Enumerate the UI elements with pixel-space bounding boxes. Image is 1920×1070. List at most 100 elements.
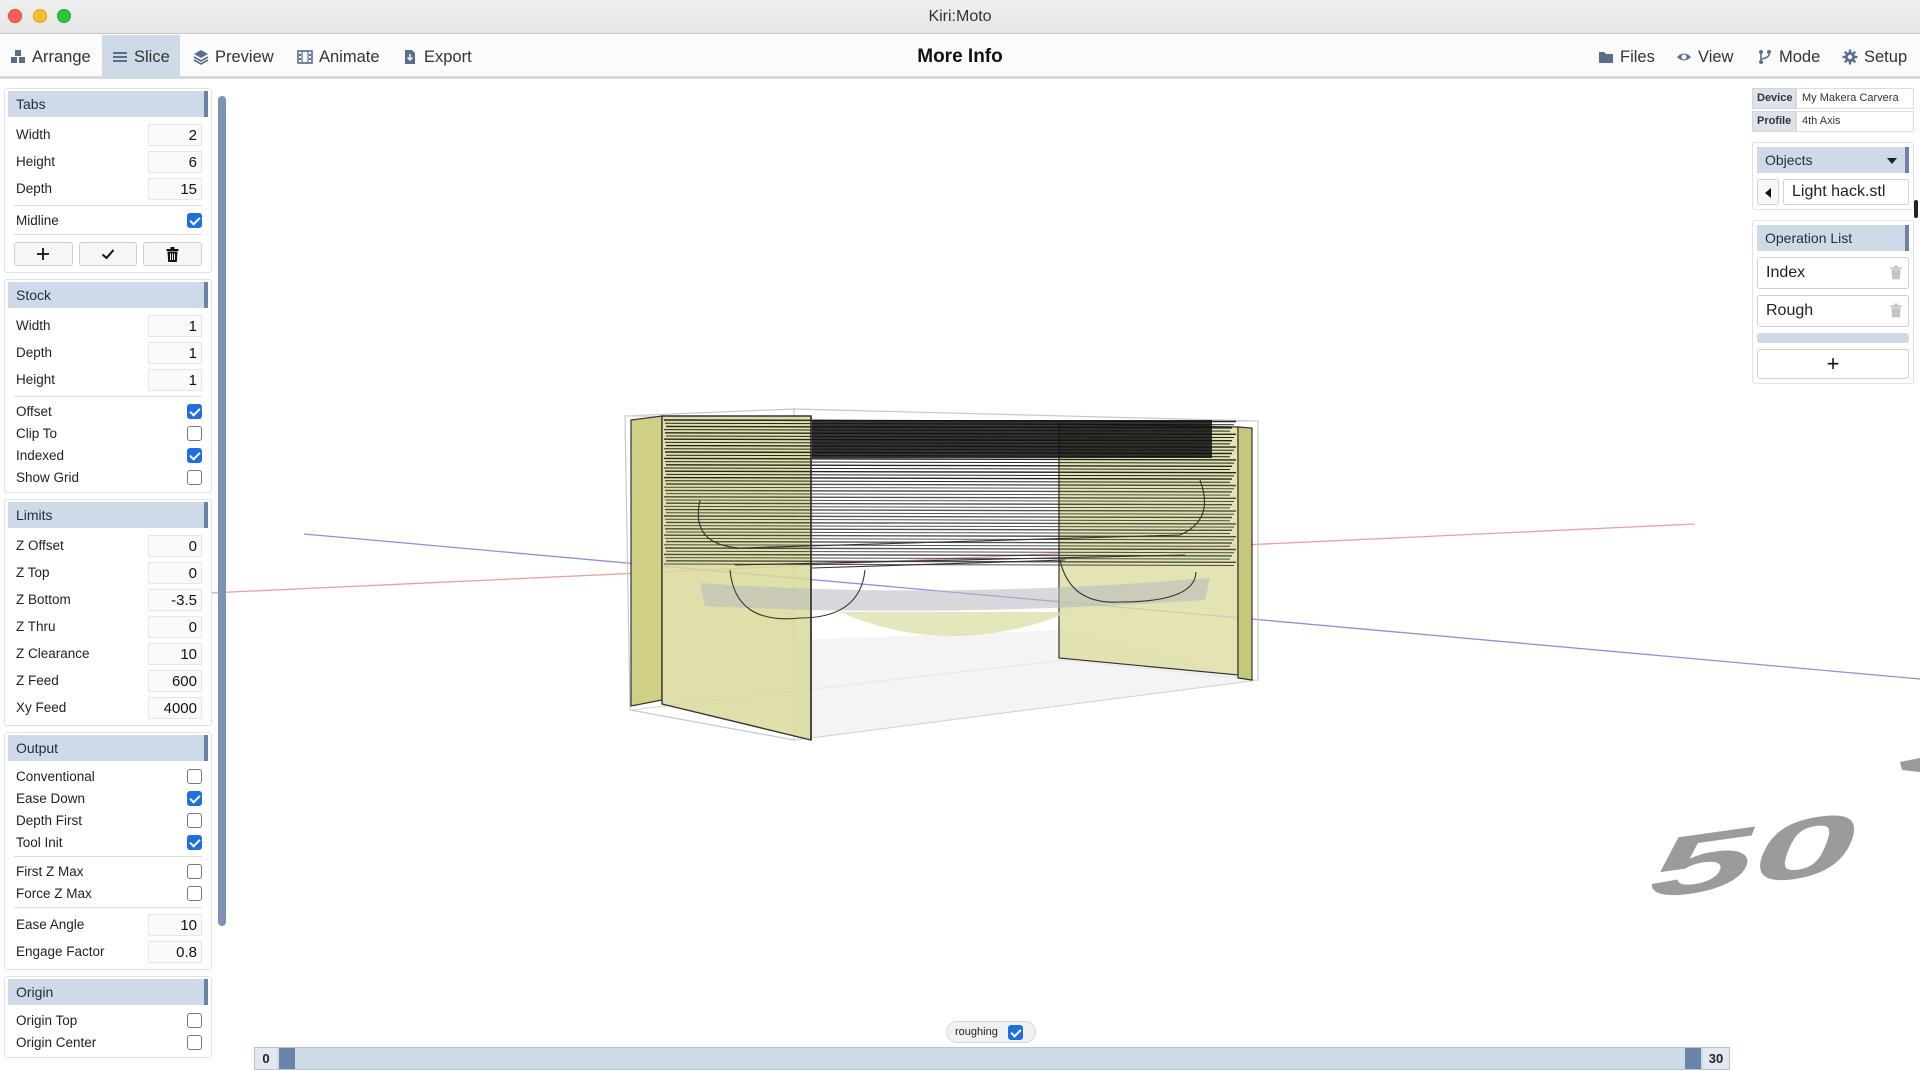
zoffset-label: Z Offset xyxy=(16,538,64,553)
origin-group: Origin Origin Top Origin Center xyxy=(4,976,212,1058)
slider-max-handle[interactable] xyxy=(1685,1048,1701,1069)
origin-header[interactable]: Origin xyxy=(8,979,208,1005)
stock-grid-checkbox[interactable] xyxy=(187,469,202,485)
right-edge-handle[interactable] xyxy=(1914,200,1918,218)
origin-center-row: Origin Center xyxy=(8,1031,208,1053)
stock-offset-label: Offset xyxy=(16,403,52,419)
clear-tabs-button[interactable] xyxy=(143,242,203,266)
stock-depth-input[interactable]: 1 xyxy=(148,341,202,364)
zoffset-input[interactable]: 0 xyxy=(148,534,202,557)
delete-operation-trash-icon[interactable] xyxy=(1890,265,1902,280)
export-button[interactable]: Export xyxy=(392,35,482,79)
plus-icon xyxy=(37,248,50,260)
tabs-header[interactable]: Tabs xyxy=(8,91,208,117)
operation-list-header[interactable]: Operation List xyxy=(1757,225,1909,251)
roughing-toggle[interactable]: roughing xyxy=(946,1021,1036,1043)
main-toolbar: Arrange Slice Preview Animate Export Mor… xyxy=(0,35,1920,79)
limits-header[interactable]: Limits xyxy=(8,502,208,528)
view-button[interactable]: View xyxy=(1666,35,1743,79)
tabs-button-row xyxy=(8,238,208,268)
origin-top-checkbox[interactable] xyxy=(187,1012,202,1028)
3d-viewport[interactable]: 50 xyxy=(0,82,1920,1070)
xyfeed-row: Xy Feed 4000 xyxy=(8,694,208,721)
tool-init-row: Tool Init xyxy=(8,831,208,853)
zbottom-input[interactable]: -3.5 xyxy=(148,588,202,611)
tabs-depth-label: Depth xyxy=(16,181,53,196)
files-button[interactable]: Files xyxy=(1588,35,1665,79)
depth-first-label: Depth First xyxy=(16,812,83,828)
device-value[interactable]: My Makera Carvera xyxy=(1796,88,1914,109)
depth-first-checkbox[interactable] xyxy=(187,812,202,828)
fork-icon xyxy=(1759,50,1771,64)
more-info-link[interactable]: More Info xyxy=(917,46,1003,67)
objects-header[interactable]: Objects xyxy=(1757,147,1909,173)
layer-slider[interactable]: 0 30 xyxy=(254,1047,1730,1070)
tabs-width-input[interactable]: 2 xyxy=(148,123,202,146)
object-name[interactable]: Light hack.stl xyxy=(1783,179,1909,205)
stock-clip-checkbox[interactable] xyxy=(187,425,202,441)
ease-angle-row: Ease Angle 10 xyxy=(8,911,208,938)
slice-label: Slice xyxy=(134,47,170,66)
operation-index[interactable]: Index xyxy=(1757,257,1909,289)
objects-group: Objects Light hack.stl xyxy=(1752,142,1914,210)
stock-width-input[interactable]: 1 xyxy=(148,314,202,337)
mode-button[interactable]: Mode xyxy=(1747,35,1830,79)
zthru-input[interactable]: 0 xyxy=(148,615,202,638)
profile-row[interactable]: Profile 4th Axis xyxy=(1752,111,1914,132)
arrange-icon xyxy=(11,50,25,63)
output-group: Output Conventional Ease Down Depth Firs… xyxy=(4,732,212,970)
operation-rough-label: Rough xyxy=(1766,302,1814,319)
origin-center-label: Origin Center xyxy=(16,1034,97,1050)
slice-button[interactable]: Slice xyxy=(102,35,180,79)
tool-init-checkbox[interactable] xyxy=(187,834,202,850)
operation-drop-bar xyxy=(1757,333,1909,343)
slice-icon xyxy=(113,52,127,62)
stock-indexed-label: Indexed xyxy=(16,447,65,463)
operation-rough[interactable]: Rough xyxy=(1757,295,1909,327)
ztop-input[interactable]: 0 xyxy=(148,561,202,584)
ease-angle-label: Ease Angle xyxy=(16,917,85,932)
left-panel-scrollbar[interactable] xyxy=(218,96,226,926)
tabs-depth-input[interactable]: 15 xyxy=(148,177,202,200)
slider-min-label: 0 xyxy=(255,1048,277,1069)
object-row: Light hack.stl xyxy=(1757,179,1909,205)
zclearance-label: Z Clearance xyxy=(16,646,90,661)
delete-operation-trash-icon[interactable] xyxy=(1890,303,1902,318)
force-z-max-checkbox[interactable] xyxy=(187,885,202,901)
operation-index-label: Index xyxy=(1766,264,1806,281)
output-header[interactable]: Output xyxy=(8,735,208,761)
stock-offset-checkbox[interactable] xyxy=(187,403,202,419)
object-collapse-arrow-icon[interactable] xyxy=(1757,179,1779,205)
engage-factor-input[interactable]: 0.8 xyxy=(148,940,202,963)
ease-down-checkbox[interactable] xyxy=(187,790,202,806)
force-z-max-label: Force Z Max xyxy=(16,885,92,901)
first-z-max-checkbox[interactable] xyxy=(187,863,202,879)
preview-button[interactable]: Preview xyxy=(183,35,284,79)
profile-value[interactable]: 4th Axis xyxy=(1796,111,1914,132)
ease-angle-input[interactable]: 10 xyxy=(148,913,202,936)
stock-indexed-checkbox[interactable] xyxy=(187,447,202,463)
tabs-height-input[interactable]: 6 xyxy=(148,150,202,173)
add-tab-button[interactable] xyxy=(14,242,73,266)
stock-header[interactable]: Stock xyxy=(8,282,208,308)
left-tab-face xyxy=(630,415,663,707)
add-operation-button[interactable]: + xyxy=(1757,349,1909,379)
stock-height-input[interactable]: 1 xyxy=(148,368,202,391)
window-title: Kiri:Moto xyxy=(928,8,992,25)
tabs-midline-checkbox[interactable] xyxy=(187,212,202,228)
operation-list-group: Operation List Index Rough + xyxy=(1752,220,1914,384)
done-tabs-button[interactable] xyxy=(78,242,138,266)
xyfeed-input[interactable]: 4000 xyxy=(148,696,202,719)
setup-button[interactable]: Setup xyxy=(1832,35,1917,79)
arrange-button[interactable]: Arrange xyxy=(0,35,101,79)
tool-init-label: Tool Init xyxy=(16,834,63,850)
device-row[interactable]: Device My Makera Carvera xyxy=(1752,88,1914,109)
roughing-checkbox[interactable] xyxy=(1007,1024,1023,1040)
animate-button[interactable]: Animate xyxy=(287,35,390,79)
slider-min-handle[interactable] xyxy=(279,1048,295,1069)
zfeed-input[interactable]: 600 xyxy=(148,669,202,692)
conventional-checkbox[interactable] xyxy=(187,768,202,784)
zclearance-input[interactable]: 10 xyxy=(148,642,202,665)
export-file-icon xyxy=(405,50,415,64)
origin-center-checkbox[interactable] xyxy=(187,1034,202,1050)
